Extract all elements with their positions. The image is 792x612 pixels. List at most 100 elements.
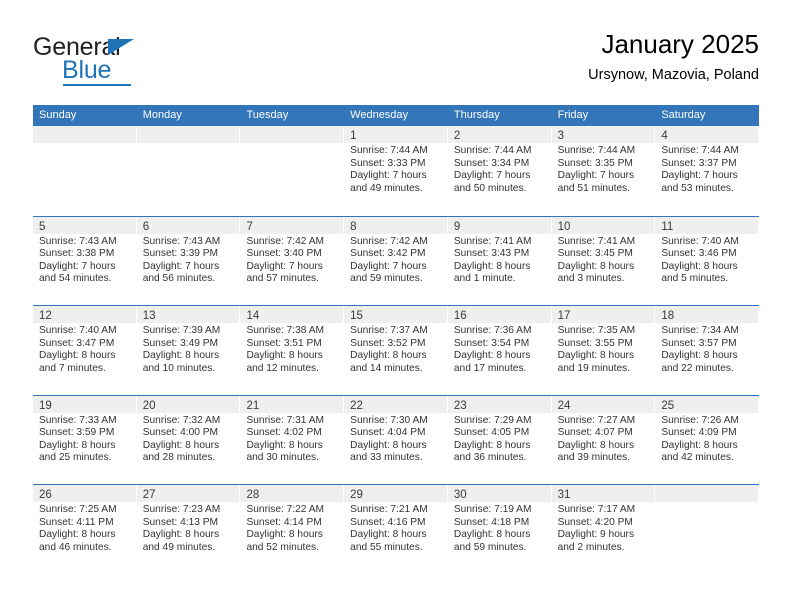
calendar-day-cell-empty [136, 126, 241, 216]
day-number: 6 [142, 220, 150, 233]
day-details: Sunrise: 7:43 AM Sunset: 3:39 PM Daylight:… [137, 234, 241, 286]
calendar-day-cell[interactable]: 28 Sunrise: 7:22 AM Sunset: 4:14 PM Dayligh… [240, 485, 345, 574]
day-number: 5 [39, 220, 46, 233]
calendar-day-cell[interactable]: 1 Sunrise: 7:44 AM Sunset: 3:33 PM Daylight… [344, 126, 448, 216]
day-details: Sunrise: 7:36 AM Sunset: 3:54 PM Daylight:… [448, 323, 552, 375]
calendar-day-cell[interactable]: 3 Sunrise: 7:44 AM Sunset: 3:35 PM Daylight… [551, 126, 656, 216]
daylight-duration-line1: Daylight: 8 hours [453, 439, 531, 451]
day-number-band: 20 [136, 395, 241, 413]
calendar-day-cell[interactable]: 15 Sunrise: 7:37 AM Sunset: 3:52 PM Dayligh… [344, 306, 448, 395]
calendar-day-cell[interactable]: 24 Sunrise: 7:27 AM Sunset: 4:07 PM Dayligh… [551, 395, 656, 484]
sunrise-time: Sunrise: 7:21 AM [350, 504, 428, 515]
daylight-duration-line1: Daylight: 8 hours [246, 350, 323, 362]
calendar-day-cell[interactable]: 14 Sunrise: 7:38 AM Sunset: 3:51 PM Dayligh… [240, 306, 345, 395]
day-number-band: 2 [447, 126, 552, 143]
page-title: January 2025 [601, 29, 759, 59]
day-number: 21 [246, 399, 260, 412]
day-details: Sunrise: 7:33 AM Sunset: 3:59 PM Daylight:… [33, 413, 137, 465]
day-number-band [136, 126, 241, 143]
day-number: 16 [453, 310, 467, 322]
daylight-duration-line2: and 59 minutes. [453, 541, 527, 553]
sunset-time: Sunset: 3:35 PM [557, 157, 633, 169]
sunrise-time: Sunrise: 7:36 AM [453, 325, 532, 336]
calendar-day-cell[interactable]: 7 Sunrise: 7:42 AM Sunset: 3:40 PM Daylight… [240, 216, 345, 305]
calendar-day-cell[interactable]: 8 Sunrise: 7:42 AM Sunset: 3:42 PM Daylight… [344, 216, 448, 305]
day-details: Sunrise: 7:42 AM Sunset: 3:42 PM Daylight:… [344, 234, 448, 286]
daylight-duration-line1: Daylight: 8 hours [557, 260, 635, 272]
calendar-day-cell[interactable]: 23 Sunrise: 7:29 AM Sunset: 4:05 PM Dayligh… [447, 395, 552, 484]
sunset-time: Sunset: 4:16 PM [350, 516, 426, 528]
daylight-duration-line2: and 19 minutes. [557, 362, 631, 374]
brand-logo[interactable]: General Blue [33, 34, 263, 90]
daylight-duration-line2: and 36 minutes. [453, 452, 527, 464]
day-number: 2 [453, 130, 461, 142]
sunrise-time: Sunrise: 7:27 AM [557, 414, 636, 426]
calendar-day-cell[interactable]: 2 Sunrise: 7:44 AM Sunset: 3:34 PM Daylight… [447, 126, 552, 216]
calendar-day-cell[interactable]: 26 Sunrise: 7:25 AM Sunset: 4:11 PM Dayligh… [33, 485, 137, 574]
day-number-band: 7 [240, 216, 345, 234]
day-number-band: 26 [33, 485, 137, 502]
calendar-day-cell[interactable]: 5 Sunrise: 7:43 AM Sunset: 3:38 PM Daylight… [33, 216, 137, 305]
calendar-day-cell[interactable]: 16 Sunrise: 7:36 AM Sunset: 3:54 PM Dayligh… [447, 306, 552, 395]
sunrise-time: Sunrise: 7:39 AM [142, 325, 221, 336]
calendar-day-cell[interactable]: 22 Sunrise: 7:30 AM Sunset: 4:04 PM Dayligh… [344, 395, 448, 484]
day-number: 10 [557, 220, 571, 233]
calendar-day-cell[interactable]: 21 Sunrise: 7:31 AM Sunset: 4:02 PM Dayligh… [240, 395, 345, 484]
calendar-day-cell[interactable]: 12 Sunrise: 7:40 AM Sunset: 3:47 PM Dayligh… [33, 306, 137, 395]
page-header: General Blue January 2025 Ursynow, Mazov… [33, 28, 759, 96]
day-number-band: 28 [240, 485, 345, 502]
daylight-duration-line2: and 7 minutes. [39, 362, 106, 374]
sunrise-time: Sunrise: 7:38 AM [246, 325, 325, 336]
sunset-time: Sunset: 3:43 PM [453, 248, 530, 260]
calendar-day-cell[interactable]: 17 Sunrise: 7:35 AM Sunset: 3:55 PM Dayligh… [551, 306, 656, 395]
calendar-day-cell[interactable]: 11 Sunrise: 7:40 AM Sunset: 3:46 PM Dayligh… [655, 216, 760, 305]
day-number: 13 [142, 310, 156, 322]
calendar-day-cell[interactable]: 27 Sunrise: 7:23 AM Sunset: 4:13 PM Dayligh… [136, 485, 241, 574]
day-number: 15 [350, 310, 363, 322]
sunrise-time: Sunrise: 7:42 AM [350, 235, 428, 247]
sunrise-time: Sunrise: 7:43 AM [39, 235, 117, 247]
calendar-day-cell[interactable]: 6 Sunrise: 7:43 AM Sunset: 3:39 PM Daylight… [136, 216, 241, 305]
day-details: Sunrise: 7:29 AM Sunset: 4:05 PM Daylight:… [448, 413, 552, 465]
day-details: Sunrise: 7:17 AM Sunset: 4:20 PM Daylight:… [552, 502, 656, 554]
calendar-day-cell[interactable]: 13 Sunrise: 7:39 AM Sunset: 3:49 PM Dayligh… [136, 306, 241, 395]
daylight-duration-line1: Daylight: 8 hours [39, 350, 116, 362]
daylight-duration-line2: and 56 minutes. [142, 273, 216, 285]
weekday-header-sunday: Sunday [39, 109, 77, 121]
calendar-day-cell[interactable]: 25 Sunrise: 7:26 AM Sunset: 4:09 PM Dayligh… [655, 395, 760, 484]
calendar-day-cell[interactable]: 29 Sunrise: 7:21 AM Sunset: 4:16 PM Dayligh… [344, 485, 448, 574]
calendar-day-cell[interactable]: 20 Sunrise: 7:32 AM Sunset: 4:00 PM Dayligh… [136, 395, 241, 484]
day-details: Sunrise: 7:40 AM Sunset: 3:46 PM Daylight:… [655, 234, 759, 286]
sunset-time: Sunset: 4:05 PM [453, 427, 530, 439]
day-number: 27 [142, 489, 156, 501]
day-number-band [240, 126, 345, 143]
sunset-time: Sunset: 3:57 PM [661, 337, 737, 349]
sunset-time: Sunset: 3:49 PM [142, 337, 219, 349]
calendar-day-cell[interactable]: 19 Sunrise: 7:33 AM Sunset: 3:59 PM Dayligh… [33, 395, 137, 484]
daylight-duration-line2: and 30 minutes. [246, 452, 319, 464]
sunrise-time: Sunrise: 7:42 AM [246, 235, 325, 247]
calendar-day-cell[interactable]: 9 Sunrise: 7:41 AM Sunset: 3:43 PM Daylight… [447, 216, 552, 305]
calendar-day-cell[interactable]: 10 Sunrise: 7:41 AM Sunset: 3:45 PM Dayligh… [551, 216, 656, 305]
day-number-band: 22 [344, 395, 448, 413]
sunset-time: Sunset: 4:13 PM [142, 516, 219, 528]
daylight-duration-line2: and 2 minutes. [557, 541, 625, 553]
day-number-band: 13 [136, 306, 241, 323]
calendar-day-cell[interactable]: 18 Sunrise: 7:34 AM Sunset: 3:57 PM Dayligh… [655, 306, 760, 395]
day-number-band: 9 [447, 216, 552, 234]
sunrise-time: Sunrise: 7:19 AM [453, 504, 532, 515]
day-number: 29 [350, 489, 363, 501]
day-number: 9 [453, 220, 461, 233]
calendar-day-cell[interactable]: 30 Sunrise: 7:19 AM Sunset: 4:18 PM Dayligh… [447, 485, 552, 574]
day-number: 4 [661, 130, 668, 142]
day-number-band: 3 [551, 126, 656, 143]
daylight-duration-line1: Daylight: 8 hours [142, 529, 220, 541]
brand-triangle-icon [108, 39, 134, 55]
daylight-duration-line2: and 14 minutes. [350, 362, 423, 374]
calendar-day-cell[interactable]: 4 Sunrise: 7:44 AM Sunset: 3:37 PM Daylight… [655, 126, 760, 216]
daylight-duration-line1: Daylight: 9 hours [557, 529, 635, 541]
calendar-day-cell[interactable]: 31 Sunrise: 7:17 AM Sunset: 4:20 PM Dayligh… [551, 485, 656, 574]
day-details: Sunrise: 7:23 AM Sunset: 4:13 PM Daylight:… [137, 502, 241, 554]
sunset-time: Sunset: 3:40 PM [246, 248, 322, 260]
daylight-duration-line1: Daylight: 8 hours [557, 350, 635, 362]
